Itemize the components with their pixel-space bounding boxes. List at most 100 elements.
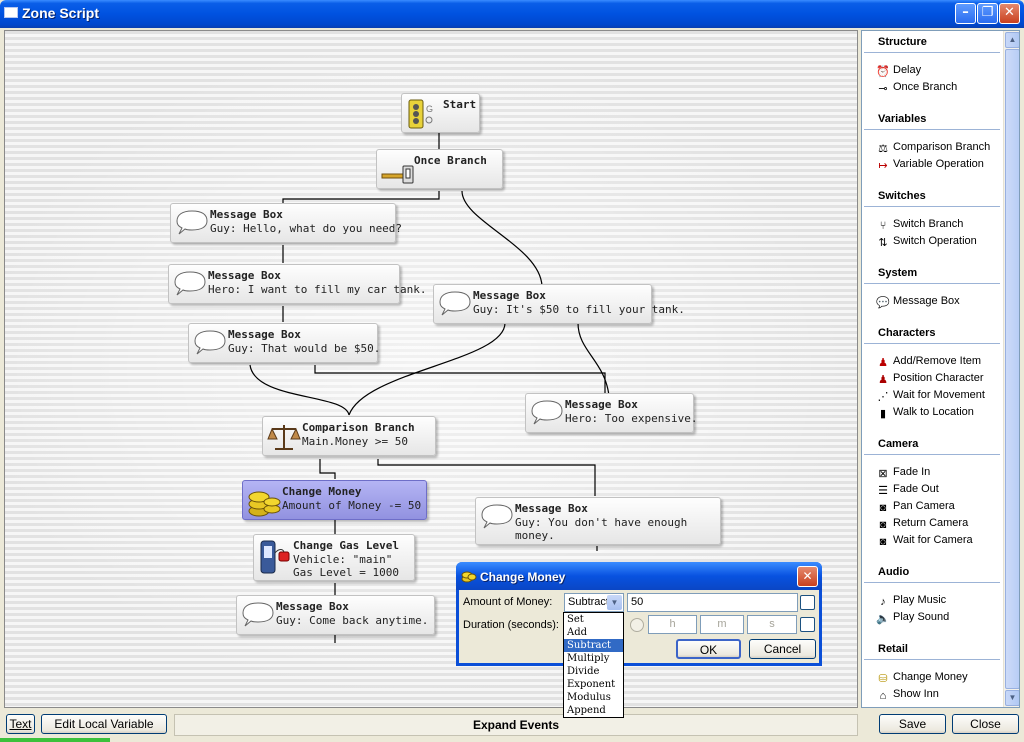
- edit-local-variable-button[interactable]: Edit Local Variable: [41, 714, 167, 734]
- command-position-character[interactable]: ♟ Position Character: [876, 372, 983, 387]
- option-set[interactable]: Set: [564, 613, 623, 626]
- scale-icon: ⚖: [878, 143, 888, 155]
- scroll-down-button[interactable]: ▼: [1005, 690, 1019, 706]
- svg-text:G: G: [426, 104, 433, 114]
- speech-bubble-icon: 💬: [876, 297, 890, 309]
- divider: [864, 343, 1000, 344]
- node-comparison-branch[interactable]: Comparison Branch Main.Money >= 50: [262, 416, 436, 456]
- node-change-money-selected[interactable]: Change Money Amount of Money -= 50: [242, 480, 427, 520]
- speech-bubble-icon: [193, 328, 227, 359]
- save-button[interactable]: Save: [879, 714, 946, 734]
- minimize-icon: –: [962, 5, 969, 20]
- node-message-box[interactable]: Message Box Guy: You don't have enough m…: [475, 497, 721, 545]
- command-switch-operation[interactable]: ⇅ Switch Operation: [876, 235, 976, 250]
- close-button[interactable]: Close: [952, 714, 1019, 734]
- divider: [864, 52, 1000, 53]
- command-pan-camera[interactable]: ◙ Pan Camera: [876, 500, 955, 515]
- command-comparison-branch[interactable]: ⚖ Comparison Branch: [876, 141, 990, 156]
- command-switch-branch[interactable]: ⑂ Switch Branch: [876, 218, 964, 233]
- command-delay[interactable]: ⏰ Delay: [876, 64, 921, 79]
- command-panel: Structure ⏰ Delay ⊸ Once Branch Variables …: [861, 30, 1020, 708]
- scroll-up-button[interactable]: ▲: [1005, 32, 1019, 48]
- node-message-box[interactable]: Message Box Guy: Hello, what do you need…: [170, 203, 402, 243]
- cancel-button[interactable]: Cancel: [749, 639, 816, 659]
- scroll-thumb[interactable]: [1005, 49, 1019, 689]
- command-wait-for-camera[interactable]: ◙ Wait for Camera: [876, 534, 973, 549]
- command-play-music[interactable]: ♪ Play Music: [876, 594, 946, 609]
- command-variable-operation[interactable]: ↦ Variable Operation: [876, 158, 984, 173]
- ok-button[interactable]: OK: [676, 639, 741, 659]
- option-exponent[interactable]: Exponent: [564, 678, 623, 691]
- node-title: Message Box: [210, 208, 283, 221]
- command-add-remove-item[interactable]: ♟ Add/Remove Item: [876, 355, 981, 370]
- command-show-inn[interactable]: ⌂ Show Inn: [876, 688, 939, 703]
- node-description: Hero: Too expensive.: [565, 412, 698, 425]
- node-message-box[interactable]: Message Box Guy: Come back anytime.: [236, 595, 435, 635]
- node-title: Message Box: [208, 269, 281, 282]
- alarm-clock-icon: ⏰: [876, 66, 890, 78]
- command-change-money[interactable]: ⛁ Change Money: [876, 671, 967, 686]
- node-message-box[interactable]: Message Box Guy: That would be $50.: [188, 323, 380, 363]
- dialog-close-button[interactable]: ✕: [797, 566, 818, 587]
- speech-bubble-icon: [175, 208, 209, 239]
- node-title: Message Box: [565, 398, 638, 411]
- chevron-down-icon: ▼: [1008, 693, 1017, 702]
- speech-bubble-icon: [173, 269, 207, 300]
- minimize-button[interactable]: –: [955, 3, 976, 24]
- minutes-input[interactable]: m: [700, 615, 744, 634]
- coins-icon: ⛁: [878, 673, 888, 685]
- amount-variable-checkbox[interactable]: [800, 595, 815, 610]
- command-fade-in[interactable]: ⊠ Fade In: [876, 466, 930, 481]
- text-button[interactable]: Text: [6, 714, 35, 734]
- option-add[interactable]: Add: [564, 626, 623, 639]
- gas-pump-icon: [258, 539, 294, 580]
- panel-scrollbar[interactable]: ▲ ▼: [1003, 31, 1019, 707]
- node-title: Change Gas Level: [293, 539, 399, 552]
- command-message-box[interactable]: 💬 Message Box: [876, 295, 960, 310]
- operation-select[interactable]: Subtract ▼: [564, 593, 624, 612]
- node-start[interactable]: G Start: [401, 93, 480, 133]
- option-modulus[interactable]: Modulus: [564, 691, 623, 704]
- node-title: Message Box: [515, 502, 588, 515]
- chevron-down-icon[interactable]: ▼: [607, 595, 622, 610]
- node-once-branch[interactable]: Once Branch: [376, 149, 503, 189]
- option-divide[interactable]: Divide: [564, 665, 623, 678]
- duration-radio[interactable]: [630, 618, 644, 632]
- amount-input[interactable]: 50: [627, 593, 798, 612]
- speech-bubble-icon: [480, 502, 514, 533]
- node-message-box[interactable]: Message Box Hero: Too expensive.: [525, 393, 698, 433]
- option-subtract[interactable]: Subtract: [564, 639, 623, 652]
- hours-input[interactable]: h: [648, 615, 697, 634]
- option-multiply[interactable]: Multiply: [564, 652, 623, 665]
- node-description: Amount of Money -= 50: [282, 499, 422, 512]
- section-header-variables: Variables: [878, 113, 927, 125]
- chevron-up-icon: ▲: [1008, 35, 1017, 44]
- app-icon: [4, 7, 18, 18]
- return-camera-icon: ◙: [879, 519, 887, 531]
- close-window-button[interactable]: ✕: [999, 3, 1020, 24]
- speech-bubble-icon: [438, 289, 472, 320]
- option-append[interactable]: Append: [564, 704, 623, 717]
- node-message-box[interactable]: Message Box Guy: It's $50 to fill your t…: [433, 284, 685, 324]
- expand-events-button[interactable]: Expand Events: [174, 714, 858, 736]
- duration-label: Duration (seconds):: [463, 619, 559, 631]
- seconds-input[interactable]: s: [747, 615, 797, 634]
- command-once-branch[interactable]: ⊸ Once Branch: [876, 81, 957, 96]
- command-wait-for-movement[interactable]: ⋰ Wait for Movement: [876, 389, 985, 404]
- dialog-title: Change Money: [480, 570, 566, 584]
- command-walk-to-location[interactable]: ▮ Walk to Location: [876, 406, 974, 421]
- speech-bubble-icon: [530, 398, 564, 429]
- node-title: Message Box: [228, 328, 301, 341]
- amount-label: Amount of Money:: [463, 596, 553, 608]
- command-play-sound[interactable]: 🔈 Play Sound: [876, 611, 949, 626]
- node-message-box[interactable]: Message Box Hero: I want to fill my car …: [168, 264, 427, 304]
- speech-bubble-icon: [241, 600, 275, 631]
- duration-variable-checkbox[interactable]: [800, 617, 815, 632]
- status-indicator: [0, 738, 110, 742]
- divider: [864, 206, 1000, 207]
- restore-button[interactable]: ❐: [977, 3, 998, 24]
- node-description: Guy: Hello, what do you need?: [210, 222, 403, 235]
- command-fade-out[interactable]: ☰ Fade Out: [876, 483, 939, 498]
- node-change-gas-level[interactable]: Change Gas Level Vehicle: "main" Gas Lev…: [253, 534, 415, 581]
- command-return-camera[interactable]: ◙ Return Camera: [876, 517, 969, 532]
